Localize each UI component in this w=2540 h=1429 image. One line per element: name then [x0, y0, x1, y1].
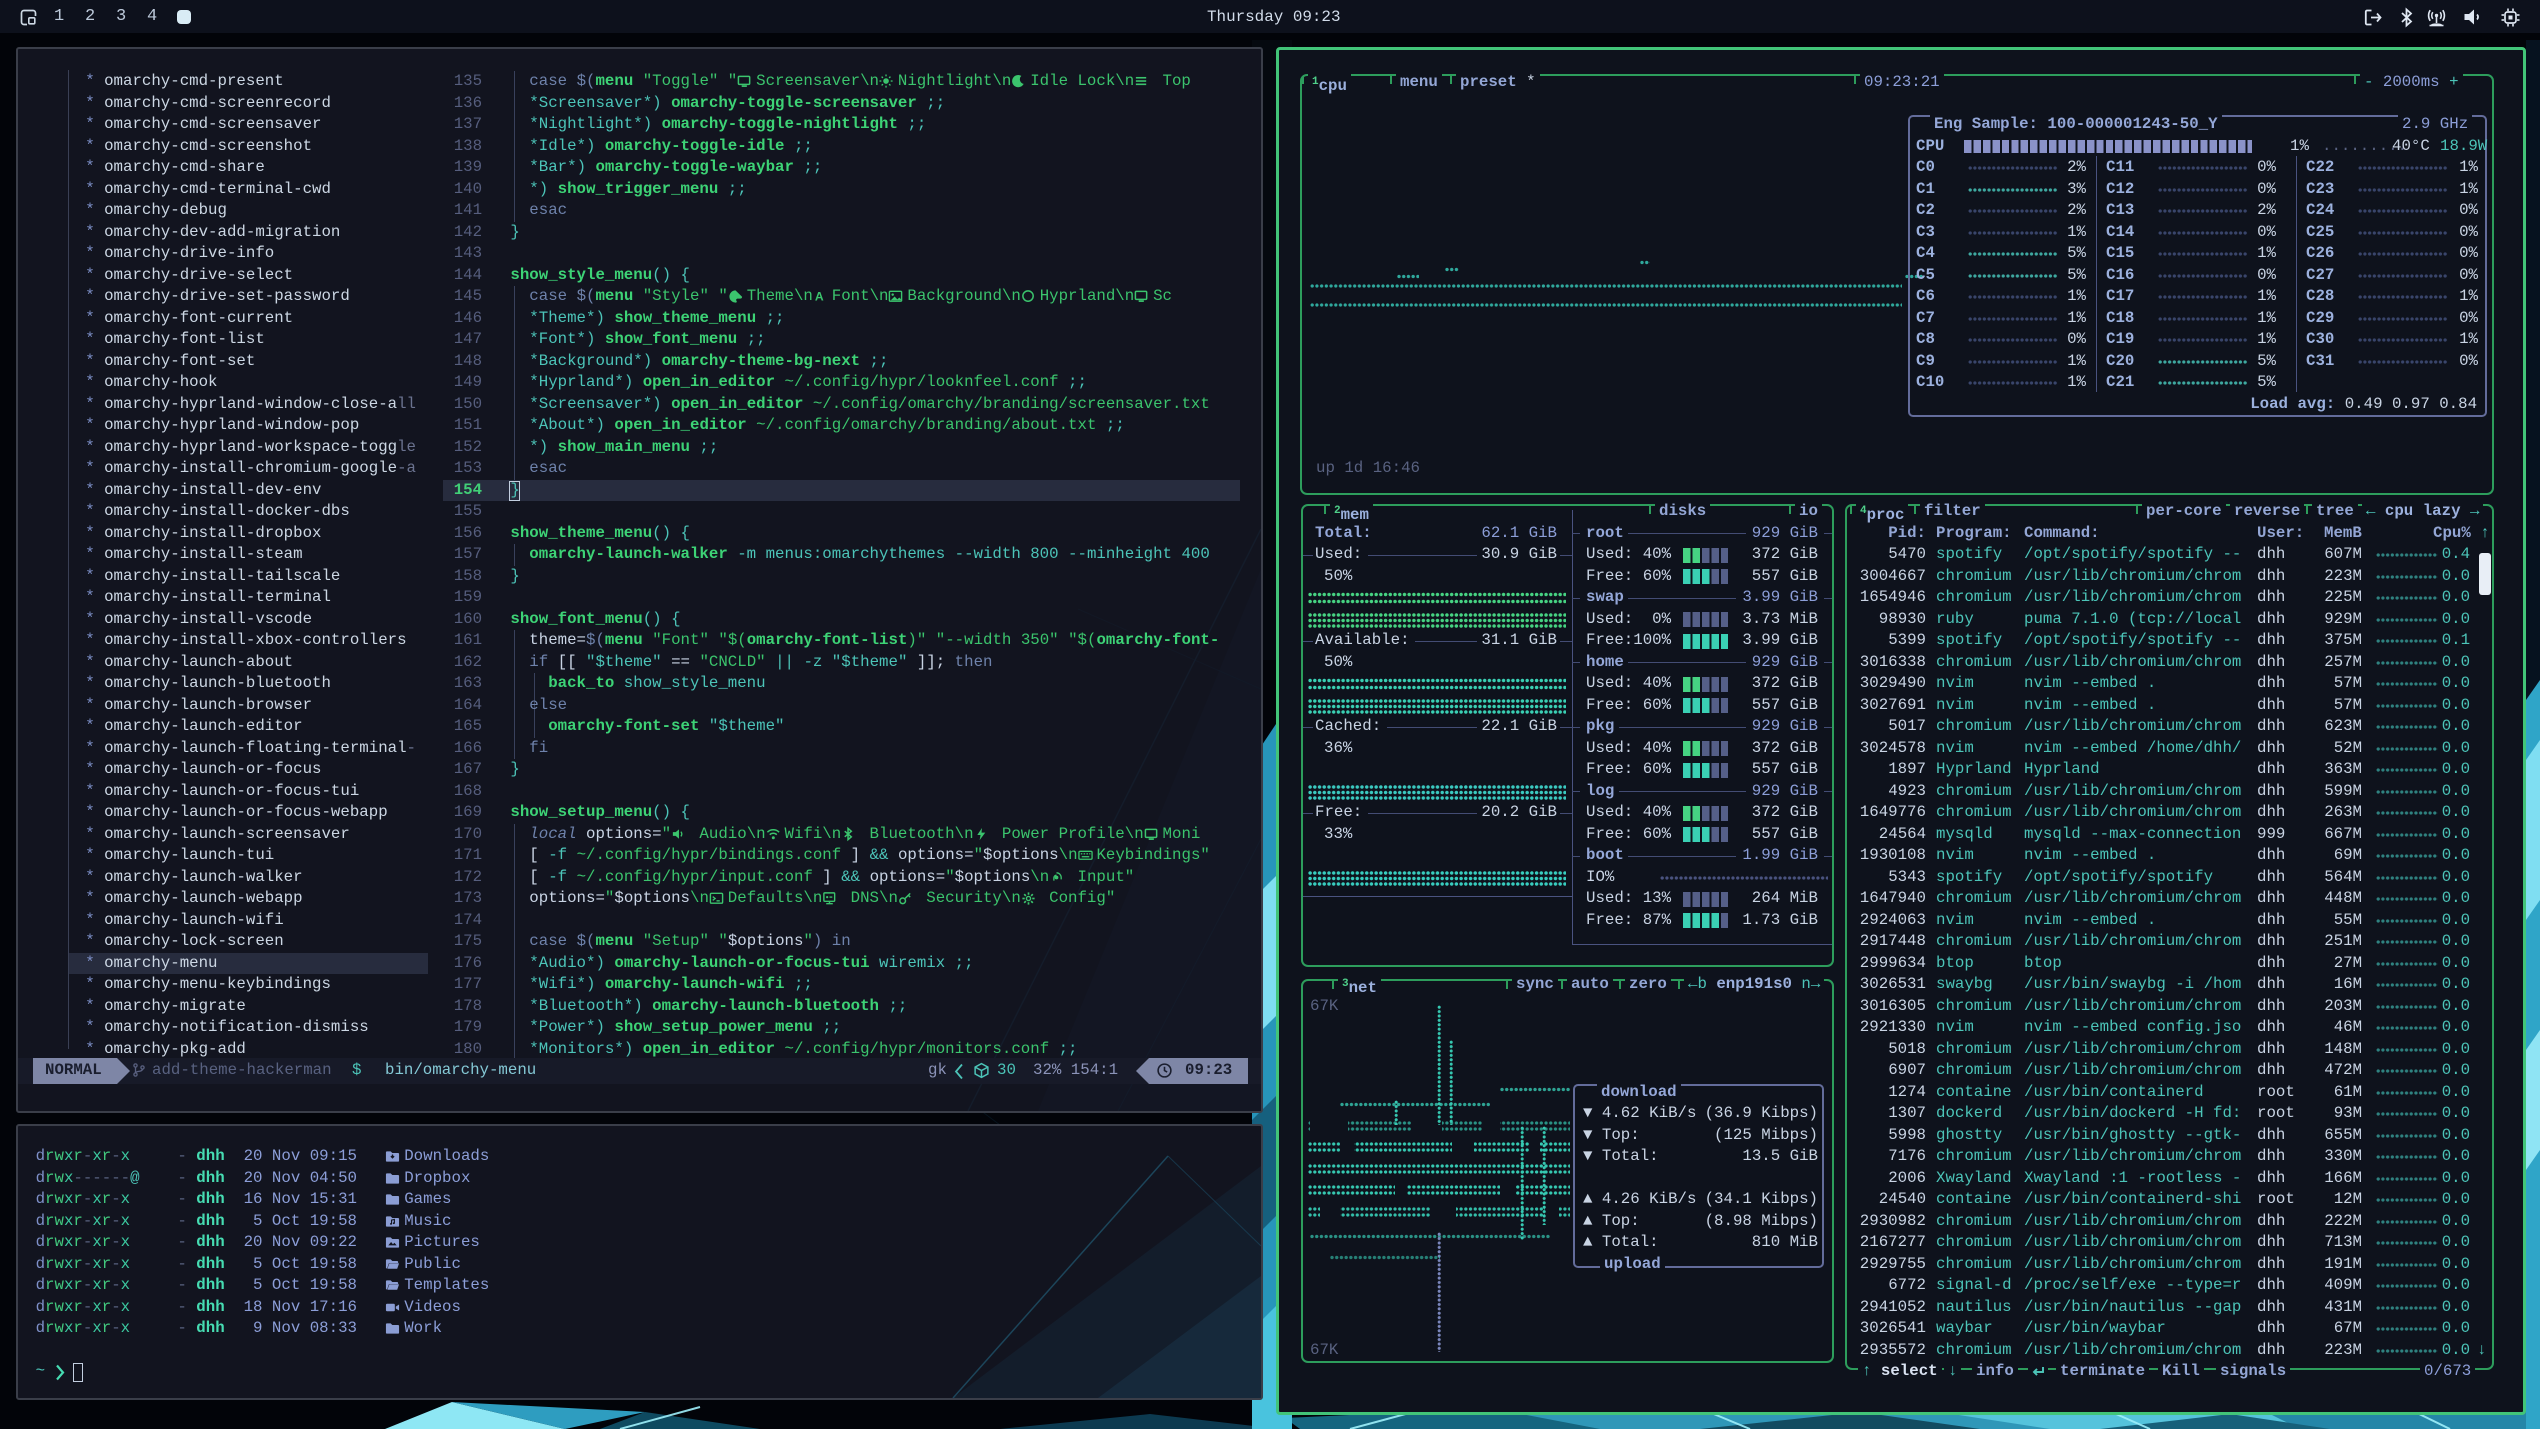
- svg-text:A: A: [815, 290, 824, 304]
